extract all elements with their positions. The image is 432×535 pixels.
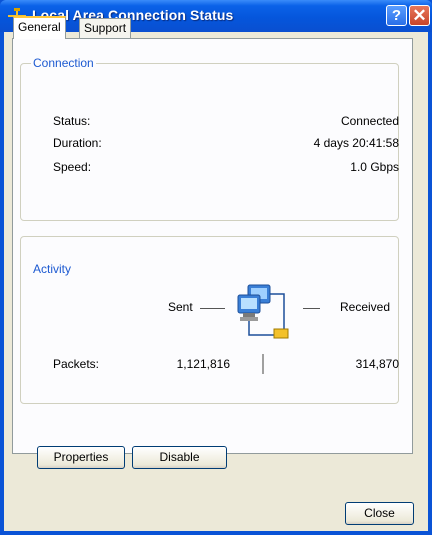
packets-received-value: 314,870 (355, 357, 399, 371)
speed-label: Speed: (53, 160, 92, 174)
duration-label: Duration: (53, 136, 102, 150)
speed-value: 1.0 Gbps (350, 160, 399, 174)
sent-label: Sent (168, 300, 193, 314)
received-label: Received (340, 300, 391, 314)
duration-value: 4 days 20:41:58 (313, 136, 399, 150)
tab-general[interactable]: General (13, 16, 66, 39)
status-value: Connected (340, 114, 399, 128)
status-label: Status: (53, 114, 91, 128)
packets-label: Packets: (53, 357, 100, 371)
sent-line (200, 308, 225, 309)
disable-button[interactable]: Disable (132, 446, 227, 469)
properties-button[interactable]: Properties (37, 446, 125, 469)
packets-sent-value: 1,121,816 (176, 357, 230, 371)
close-button[interactable]: Close (345, 502, 414, 525)
dialog-window: Local Area Connection Status ? ✕ Support… (0, 0, 432, 535)
network-computers-icon (237, 284, 289, 339)
tab-support[interactable]: Support (79, 18, 132, 38)
received-line (303, 308, 320, 309)
activity-group-label: Activity (31, 262, 74, 276)
help-button[interactable]: ? (386, 5, 407, 26)
activity-group (20, 236, 399, 404)
activity-divider (262, 354, 264, 374)
title-close-button[interactable]: ✕ (409, 5, 430, 26)
connection-group-label: Connection (31, 56, 96, 70)
